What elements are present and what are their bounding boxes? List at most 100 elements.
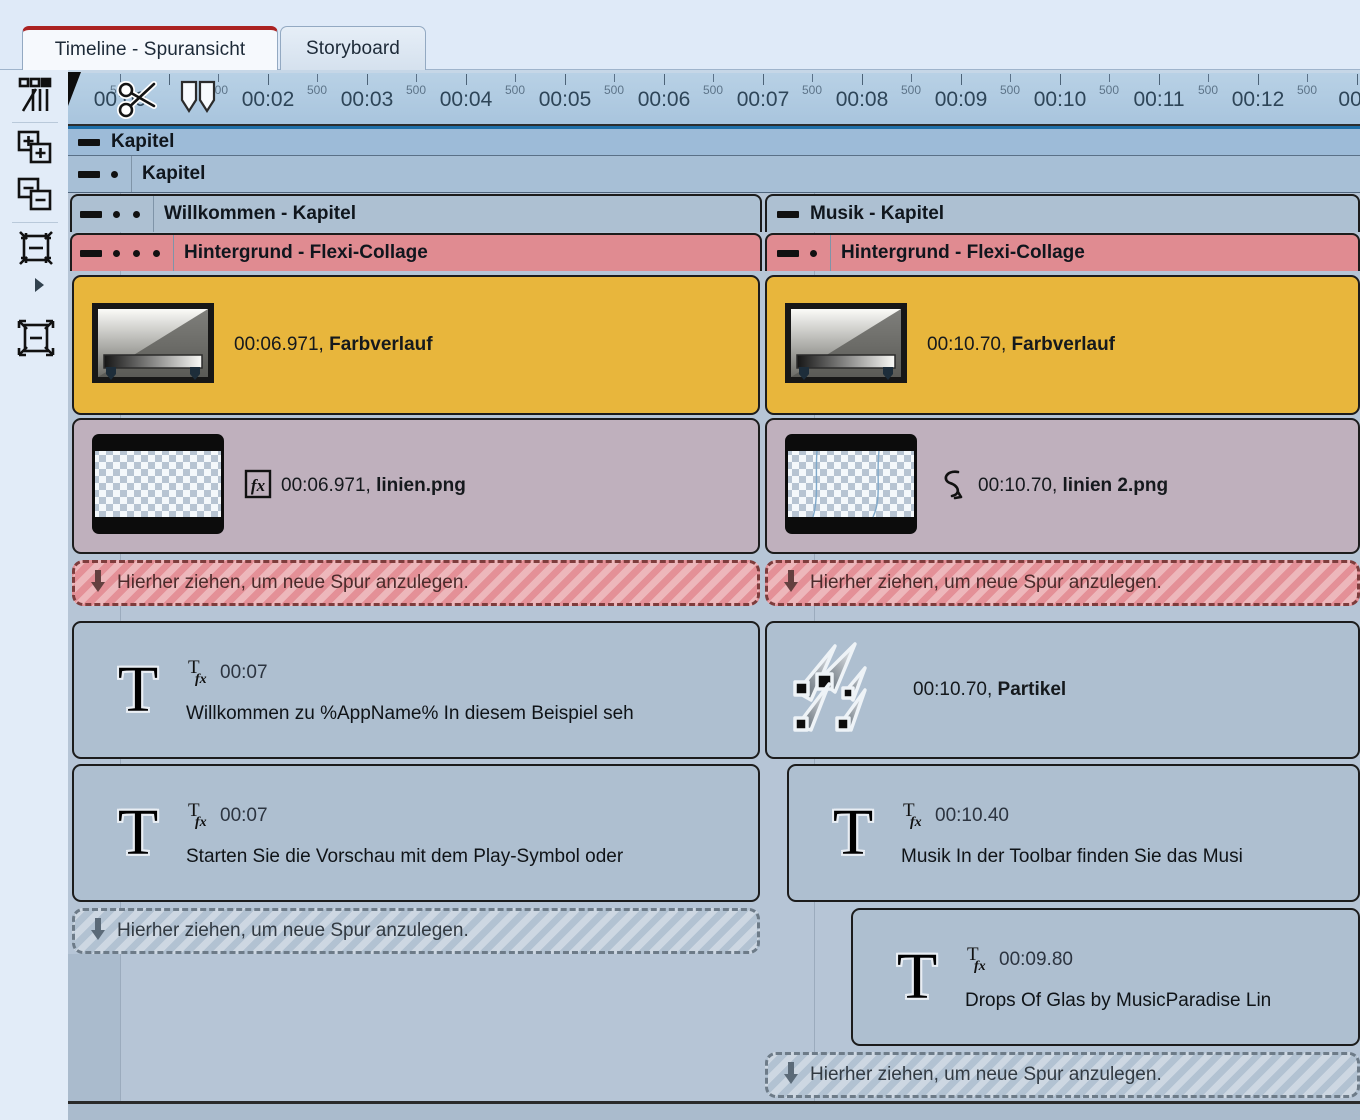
clip-time: 00:09.80 (999, 949, 1073, 970)
track-tool-rail (0, 70, 68, 1120)
text-glyph-icon: T (896, 940, 938, 1013)
clip-linien-png-left[interactable]: fx 00:06.971, linien.png (72, 418, 760, 554)
clip-text-vorschau[interactable]: T T fx 00:07 Starten Sie die Vorschau mi… (72, 764, 760, 902)
transparent-thumbnail (92, 433, 224, 539)
indent-divider (173, 235, 174, 271)
collapse-toggle-icon[interactable] (777, 210, 799, 218)
timeline-canvas[interactable]: 500 500 500 500 500 500 500 500 500 500 … (68, 70, 1360, 1120)
playhead-marker[interactable] (68, 72, 94, 106)
ruler-time-label: 00:11 (1133, 88, 1185, 111)
timeline-footer-strip (68, 1104, 1360, 1120)
indent-divider (153, 196, 154, 232)
clip-farbverlauf-left[interactable]: 00:06.971, Farbverlauf (72, 275, 760, 415)
clip-text-drops-of-glas[interactable]: T T fx 00:09.80 Drops Of Glas by MusicPa… (851, 908, 1360, 1046)
dropzone-label: Hierher ziehen, um neue Spur anzulegen. (117, 572, 469, 593)
collapse-toggle-icon[interactable] (78, 170, 100, 178)
indent-divider (830, 235, 831, 271)
ruler-subtick-label: 500 (999, 83, 1021, 97)
track-header-chapter-sub[interactable]: Kapitel (68, 155, 1360, 193)
collapse-tracks-icon[interactable] (16, 228, 56, 268)
tab-strip: Timeline - Spuransicht Storyboard (0, 0, 1360, 70)
clip-label-left-png: 00:06.971, linien.png (281, 475, 466, 496)
text-glyph-icon: T (117, 653, 159, 726)
ruler-subtick-label: 500 (1098, 83, 1120, 97)
ruler-time-label: 00:03 (340, 88, 394, 111)
remove-track-icon[interactable] (16, 175, 56, 215)
track-header-willkommen[interactable]: Willkommen - Kapitel (70, 194, 762, 232)
clip-time: 00:10.40 (935, 805, 1009, 826)
scissors-icon[interactable] (116, 76, 162, 125)
text-fx-icon: T fx (186, 656, 212, 691)
track-title: Kapitel (142, 163, 206, 184)
clip-linien-png-right[interactable]: 00:10.70, linien 2.png (765, 418, 1360, 554)
add-track-icon[interactable] (16, 128, 56, 168)
expand-arrow-icon[interactable] (30, 275, 50, 295)
clip-text-body: Musik In der Toolbar finden Sie das Musi (901, 845, 1243, 867)
clip-partikel[interactable]: 00:10.70, Partikel (765, 621, 1360, 759)
rail-divider-2 (12, 222, 58, 223)
indent-divider (131, 156, 132, 192)
ruler-time-label: 00:02 (241, 88, 295, 111)
clip-farbverlauf-right[interactable]: 00:10.70, Farbverlauf (765, 275, 1360, 415)
curve-icon (937, 467, 969, 506)
expand-tracks-icon[interactable] (16, 318, 56, 358)
text-glyph-icon: T (117, 796, 159, 869)
dropzone-new-track-grey-left[interactable]: Hierher ziehen, um neue Spur anzulegen. (72, 908, 760, 954)
ruler-subtick-label: 500 (1197, 83, 1219, 97)
collapse-toggle-icon[interactable] (78, 138, 100, 146)
text-fx-icon: T fx (965, 943, 991, 978)
clip-time: 00:06.971 (234, 334, 319, 355)
clip-time: 00:06.971 (281, 475, 366, 496)
svg-text:fx: fx (910, 815, 922, 829)
timeline-window: Timeline - Spuransicht Storyboard 500 50… (0, 0, 1360, 1120)
svg-text:fx: fx (195, 815, 207, 829)
collapse-toggle-icon[interactable] (80, 210, 102, 218)
dropzone-new-track-red-right[interactable]: Hierher ziehen, um neue Spur anzulegen. (765, 560, 1360, 606)
collapse-toggle-icon[interactable] (80, 249, 102, 257)
clip-text-willkommen[interactable]: T T fx 00:07 Willkommen zu %AppName% In … (72, 621, 760, 759)
text-glyph-icon: T (832, 796, 874, 869)
svg-text:fx: fx (974, 959, 986, 973)
level-dot-icon (111, 170, 118, 178)
ruler-subtick-label: 500 (603, 83, 625, 97)
gradient-thumbnail (92, 302, 214, 388)
dropzone-label: Hierher ziehen, um neue Spur anzulegen. (117, 920, 469, 941)
keyframe-track-icon[interactable] (16, 75, 56, 115)
clip-text-body: Starten Sie die Vorschau mit dem Play-Sy… (186, 845, 624, 867)
clip-text-body: Drops Of Glas by MusicParadise Lin (965, 989, 1272, 1011)
clip-text-musik[interactable]: T T fx 00:10.40 Musik In der Toolbar fin… (787, 764, 1360, 902)
track-header-musik[interactable]: Musik - Kapitel (765, 194, 1360, 232)
level-dot-icon (153, 249, 160, 257)
ruler-subtick-label: 500 (900, 83, 922, 97)
dropzone-new-track-grey-right[interactable]: Hierher ziehen, um neue Spur anzulegen. (765, 1052, 1360, 1098)
down-arrow-icon (782, 569, 800, 598)
ruler-subtick-label: 500 (504, 83, 526, 97)
rail-divider-1 (12, 122, 58, 123)
track-title: Hintergrund - Flexi-Collage (841, 242, 1085, 263)
clip-label-left-gradient: 00:06.971, Farbverlauf (234, 334, 433, 355)
clip-time: 00:07 (220, 662, 268, 683)
ruler-time-label: 00:12 (1231, 88, 1285, 111)
ruler-time-label: 00:04 (439, 88, 493, 111)
level-dot-icon (133, 249, 140, 257)
clip-time: 00:10.70 (978, 475, 1052, 496)
track-header-flexi-left[interactable]: Hintergrund - Flexi-Collage (70, 233, 762, 271)
tab-timeline[interactable]: Timeline - Spuransicht (22, 26, 278, 70)
marker-icon[interactable] (178, 80, 220, 119)
dropzone-new-track-red-left[interactable]: Hierher ziehen, um neue Spur anzulegen. (72, 560, 760, 606)
track-header-flexi-right[interactable]: Hintergrund - Flexi-Collage (765, 233, 1360, 271)
tab-storyboard[interactable]: Storyboard (280, 26, 426, 70)
level-dot-icon (133, 210, 140, 218)
svg-text:fx: fx (195, 672, 207, 686)
time-ruler[interactable]: 500 500 500 500 500 500 500 500 500 500 … (68, 70, 1360, 126)
svg-text:fx: fx (251, 476, 266, 495)
particle-icon (789, 638, 899, 743)
clip-time: 00:07 (220, 805, 268, 826)
level-dot-icon (113, 249, 120, 257)
track-title: Hintergrund - Flexi-Collage (184, 242, 428, 263)
collapse-toggle-icon[interactable] (777, 249, 799, 257)
gradient-thumbnail (785, 302, 907, 388)
tab-storyboard-label: Storyboard (306, 37, 400, 59)
track-header-chapter-root[interactable]: Kapitel (68, 126, 1360, 155)
track-title: Kapitel (111, 131, 175, 152)
